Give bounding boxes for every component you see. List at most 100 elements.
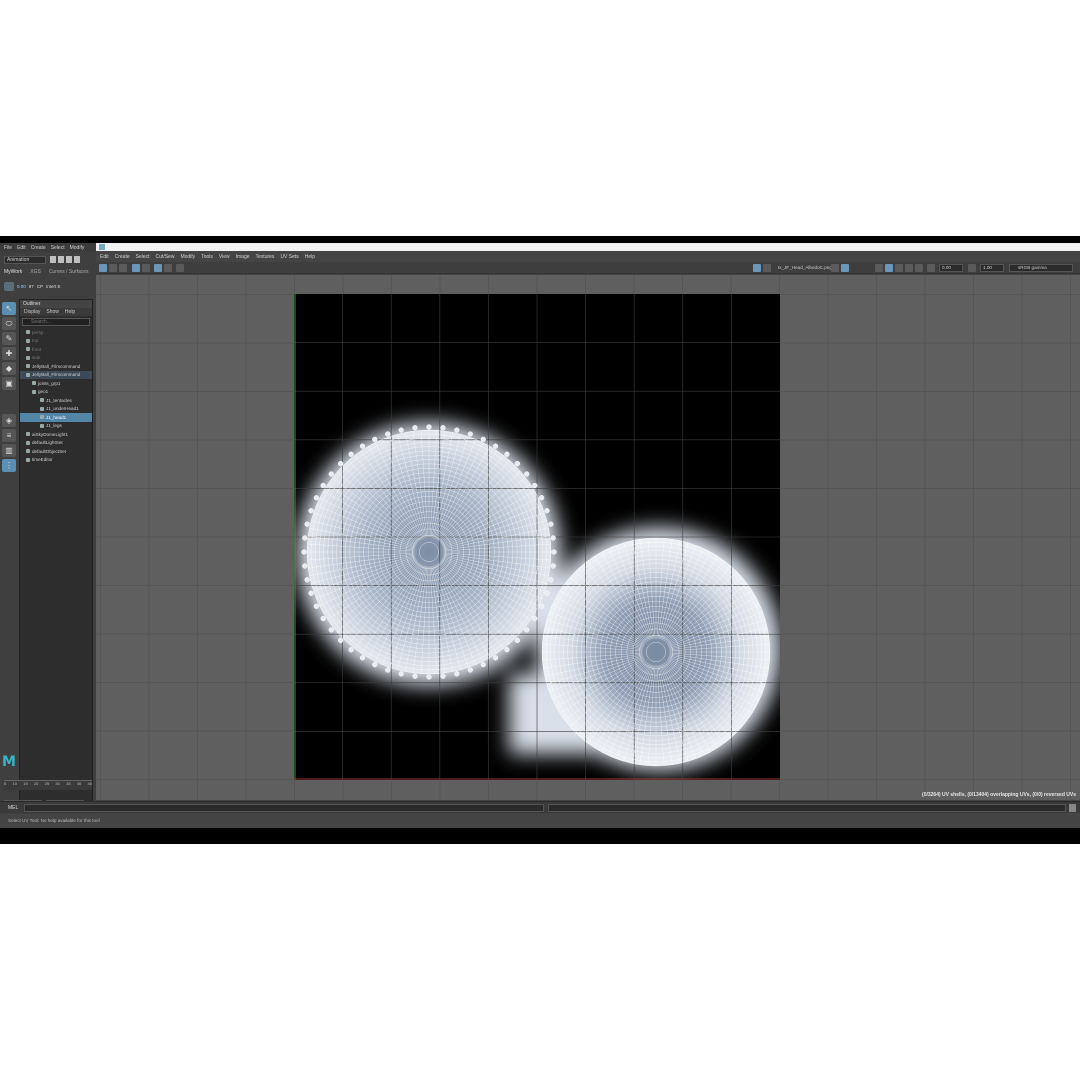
outliner-item[interactable]: persp (20, 328, 92, 337)
shelf-value-3: CP (36, 283, 44, 289)
uv-menu-item[interactable]: Select (136, 254, 150, 260)
menu-edit[interactable]: Edit (17, 245, 26, 251)
uv-menu-item[interactable]: Cut/Sew (156, 254, 175, 260)
uv-menu-item[interactable]: Tools (201, 254, 213, 260)
uv-menu-item[interactable]: UV Sets (280, 254, 298, 260)
texture-image-name[interactable]: tx_JF_Head_AlbedoC.png (778, 265, 832, 270)
outliner-search-input[interactable]: Search... (22, 318, 90, 326)
uv-editor-viewport[interactable] (96, 275, 1080, 800)
display-shells-icon[interactable] (905, 264, 913, 272)
outliner-menu-display[interactable]: Display (24, 309, 40, 315)
outliner-item[interactable]: top (20, 337, 92, 346)
lasso-tool-icon[interactable]: ⬭ (2, 317, 16, 330)
uv-menu-item[interactable]: Create (115, 254, 130, 260)
scale-tool-icon[interactable]: ▣ (2, 377, 16, 390)
outliner-item[interactable]: JellyBall_Filmcommand (20, 370, 92, 379)
outliner-item[interactable]: timeEditor (20, 456, 92, 465)
outliner-menu-help[interactable]: Help (65, 309, 75, 315)
uv-border-vertex (504, 451, 510, 457)
uv-menu-item[interactable]: Edit (100, 254, 109, 260)
paint-select-icon[interactable]: ✎ (2, 332, 16, 345)
layout-outliner-icon[interactable]: ⋮ (2, 459, 16, 472)
shelf-tab-curves[interactable]: Curves / Surfaces (49, 269, 89, 277)
time-tick-label: 15 (23, 781, 28, 786)
display-overlap-icon[interactable] (915, 264, 923, 272)
outliner-menu-show[interactable]: Show (46, 309, 59, 315)
uv-border-vertex (398, 671, 404, 677)
exposure-field[interactable]: 0.00 (939, 264, 963, 272)
shelf-tool-icon[interactable] (4, 281, 14, 291)
uv-menu-item[interactable]: Image (236, 254, 250, 260)
menu-modify[interactable]: Modify (70, 245, 85, 251)
outliner-item[interactable]: J1_head1 (20, 413, 92, 422)
undo-icon[interactable] (74, 256, 80, 263)
uv-dim-image-icon[interactable] (164, 264, 172, 272)
image-display-icon[interactable] (753, 264, 761, 272)
uv-shaded-icon[interactable] (119, 264, 127, 272)
alpha-channel-icon[interactable] (841, 264, 849, 272)
layout-two-icon[interactable]: ▥ (2, 444, 16, 457)
uv-editor-icon (99, 244, 105, 250)
command-language[interactable]: MEL (8, 805, 18, 811)
save-scene-icon[interactable] (66, 256, 72, 263)
node-type-icon (26, 364, 30, 369)
uv-menu-item[interactable]: View (219, 254, 230, 260)
outliner-item[interactable]: defaultObjectSet (20, 447, 92, 456)
move-tool-icon[interactable]: ✚ (2, 347, 16, 360)
gamma-icon[interactable] (968, 264, 976, 272)
menu-create[interactable]: Create (31, 245, 46, 251)
uv-menu-item[interactable]: Modify (180, 254, 195, 260)
outliner-item[interactable]: J1_tentacles (20, 396, 92, 405)
status-line-icons (50, 256, 80, 263)
outliner-item[interactable]: J1_underHead1 (20, 405, 92, 414)
outliner-item[interactable]: JellyBall_Filmcommand (20, 362, 92, 371)
outliner-item-label: timeEditor (32, 457, 53, 463)
display-borders-icon[interactable] (895, 264, 903, 272)
image-dropdown-icon[interactable] (763, 264, 771, 272)
rgb-channel-icon[interactable] (831, 264, 839, 272)
shelf-tab-xgs[interactable]: XGS (30, 269, 41, 277)
command-result (548, 804, 1066, 812)
exposure-icon[interactable] (927, 264, 935, 272)
outliner-item[interactable]: defaultLightSet (20, 439, 92, 448)
uv-grid-icon[interactable] (99, 264, 107, 272)
uv-checker-icon[interactable] (109, 264, 117, 272)
uv-border-vertex (550, 563, 556, 569)
uv-texture-space[interactable] (294, 294, 780, 780)
outliner-item[interactable]: J1_legs (20, 422, 92, 431)
uv-border-vertex (440, 425, 446, 431)
outliner-item[interactable]: aiSkyDomeLight1 (20, 430, 92, 439)
outliner-item[interactable]: geo1 (20, 388, 92, 397)
uv-select-shell-icon[interactable] (132, 264, 140, 272)
uv-border-vertex (492, 655, 499, 661)
menu-select[interactable]: Select (51, 245, 65, 251)
shelf-tab-mywork[interactable]: MyWork (4, 269, 22, 277)
uv-border-vertex (313, 603, 320, 609)
new-scene-icon[interactable] (50, 256, 56, 263)
uv-snapshot-icon[interactable] (176, 264, 184, 272)
color-space-dropdown[interactable]: sRGB gamma (1009, 264, 1073, 272)
uv-border-vertex (359, 443, 366, 449)
time-slider[interactable]: 5 10 15 20 25 30 35 40 45 (4, 780, 92, 790)
display-distortion-icon[interactable] (885, 264, 893, 272)
layout-split-icon[interactable]: ≡ (2, 429, 16, 442)
node-type-icon (26, 432, 30, 437)
script-editor-icon[interactable] (1069, 804, 1076, 812)
outliner-item[interactable]: front (20, 345, 92, 354)
select-tool-icon[interactable]: ↖ (2, 302, 16, 315)
menu-set-dropdown[interactable]: Animation (4, 256, 46, 264)
node-type-icon (26, 330, 30, 335)
outliner-item[interactable]: side (20, 354, 92, 363)
uv-filter-icon[interactable] (154, 264, 162, 272)
menu-file[interactable]: File (4, 245, 12, 251)
open-scene-icon[interactable] (58, 256, 64, 263)
uv-frame-icon[interactable] (142, 264, 150, 272)
layout-single-icon[interactable]: ◈ (2, 414, 16, 427)
uv-menu-item[interactable]: Help (305, 254, 315, 260)
outliner-item[interactable]: joints_grp1 (20, 379, 92, 388)
rotate-tool-icon[interactable]: ◆ (2, 362, 16, 375)
command-input[interactable] (24, 804, 544, 812)
uv-menu-item[interactable]: Textures (256, 254, 275, 260)
isolate-select-icon[interactable] (875, 264, 883, 272)
gamma-field[interactable]: 1.00 (980, 264, 1004, 272)
